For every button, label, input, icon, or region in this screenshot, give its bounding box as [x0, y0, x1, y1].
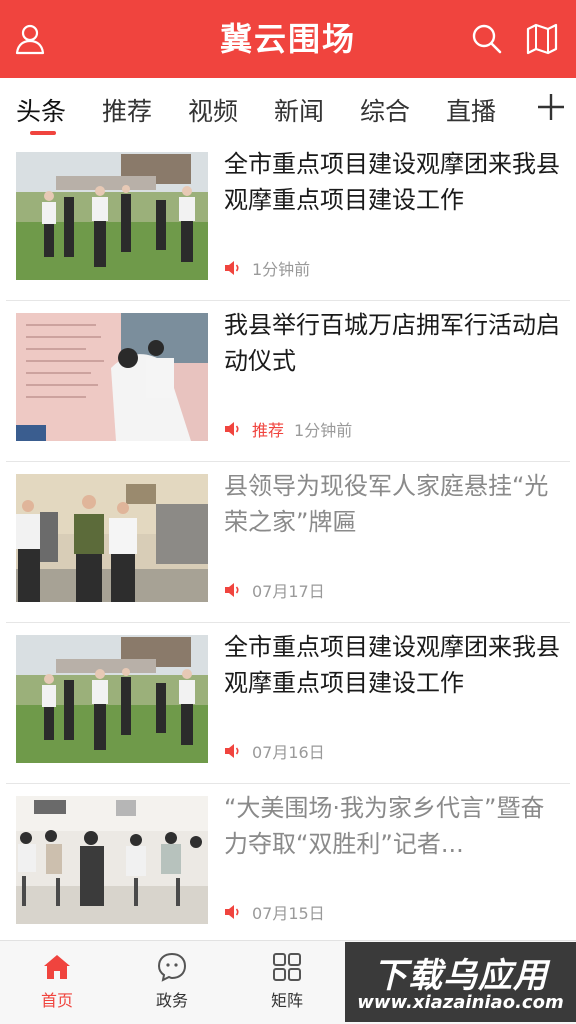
news-time: 1分钟前 [294, 421, 353, 440]
news-item[interactable]: 县领导为现役军人家庭悬挂“光荣之家”牌匾 07月17日 [0, 462, 576, 623]
news-time: 07月17日 [252, 582, 325, 601]
nav-government[interactable]: 政务 [127, 951, 217, 1011]
news-time: 1分钟前 [252, 260, 311, 279]
map-icon[interactable] [524, 21, 560, 57]
tab-video[interactable]: 视频 [188, 92, 238, 128]
active-tab-indicator [30, 131, 56, 135]
news-meta: 07月16日 [224, 739, 325, 763]
news-meta: 1分钟前 [224, 256, 310, 280]
watermark-url: www.xiazainiao.com [357, 992, 564, 1013]
news-thumbnail [16, 152, 208, 280]
nav-matrix-label: 矩阵 [270, 991, 303, 1010]
tab-recommend[interactable]: 推荐 [102, 92, 152, 128]
recommend-tag: 推荐 [252, 421, 285, 440]
news-item[interactable]: 全市重点项目建设观摩团来我县观摩重点项目建设工作 1分钟前 [0, 140, 576, 301]
watermark: 下载乌应用 www.xiazainiao.com [345, 942, 576, 1022]
tab-news[interactable]: 新闻 [274, 92, 324, 128]
news-time: 07月16日 [252, 743, 325, 762]
home-icon [44, 955, 70, 979]
news-title[interactable]: 全市重点项目建设观摩团来我县观摩重点项目建设工作 [224, 629, 560, 701]
tab-general[interactable]: 综合 [360, 92, 410, 128]
news-meta: 07月17日 [224, 578, 325, 602]
news-meta: 07月15日 [224, 900, 325, 924]
tab-headlines[interactable]: 头条 [16, 92, 66, 128]
search-icon[interactable] [469, 21, 505, 57]
nav-matrix[interactable]: 矩阵 [242, 951, 332, 1011]
speaker-icon[interactable] [224, 582, 242, 598]
channel-tabs: 头条 推荐 视频 新闻 综合 直播 [0, 78, 576, 140]
news-time: 07月15日 [252, 904, 325, 923]
speaker-icon[interactable] [224, 421, 242, 437]
news-title[interactable]: 县领导为现役军人家庭悬挂“光荣之家”牌匾 [224, 468, 560, 540]
news-meta: 推荐 1分钟前 [224, 417, 352, 441]
nav-home[interactable]: 首页 [12, 951, 102, 1011]
grid-icon [273, 953, 301, 981]
nav-government-label: 政务 [155, 991, 188, 1010]
speaker-icon[interactable] [224, 904, 242, 920]
news-thumbnail [16, 313, 208, 441]
news-title[interactable]: 全市重点项目建设观摩团来我县观摩重点项目建设工作 [224, 146, 560, 218]
chat-bubble-icon [157, 952, 187, 982]
news-title[interactable]: 我县举行百城万店拥军行活动启动仪式 [224, 307, 560, 379]
nav-home-label: 首页 [40, 991, 73, 1010]
speaker-icon[interactable] [224, 260, 242, 276]
news-thumbnail [16, 635, 208, 763]
news-title[interactable]: “大美围场·我为家乡代言”暨奋力夺取“双胜利”记者... [224, 790, 560, 862]
tab-live[interactable]: 直播 [446, 92, 496, 128]
news-item[interactable]: 我县举行百城万店拥军行活动启动仪式 推荐 1分钟前 [0, 301, 576, 462]
speaker-icon[interactable] [224, 743, 242, 759]
news-thumbnail [16, 474, 208, 602]
news-item[interactable]: 全市重点项目建设观摩团来我县观摩重点项目建设工作 07月16日 [0, 623, 576, 784]
news-thumbnail [16, 796, 208, 924]
plus-icon[interactable] [536, 92, 566, 122]
news-item[interactable]: “大美围场·我为家乡代言”暨奋力夺取“双胜利”记者... 07月15日 [0, 784, 576, 945]
app-header: 冀云围场 [0, 0, 576, 78]
watermark-main-text: 下载乌应用 [373, 956, 548, 996]
